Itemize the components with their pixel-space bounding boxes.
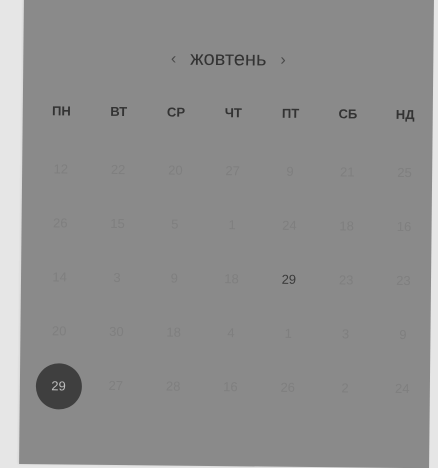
day-cell[interactable]: 27 (204, 149, 262, 194)
day-cell[interactable]: 25 (376, 151, 434, 196)
week-row: 26 15 5 1 24 18 16 (31, 196, 432, 254)
day-cell[interactable]: 3 (317, 312, 375, 357)
day-cell[interactable]: 5 (146, 202, 204, 247)
day-cell[interactable]: 9 (374, 313, 432, 358)
day-cell[interactable]: 4 (202, 311, 260, 356)
weekday-sat: СБ (338, 105, 358, 121)
day-cell-current-month[interactable]: 29 (260, 257, 318, 302)
day-cell[interactable]: 26 (259, 365, 317, 410)
selected-day-label: 29 (35, 363, 82, 410)
calendar-header: ‹ жовтень › (23, 46, 433, 73)
week-row: 14 3 9 18 29 23 23 (31, 250, 432, 308)
day-cell[interactable]: 9 (261, 149, 319, 194)
day-cell[interactable]: 1 (203, 203, 261, 248)
day-cell[interactable]: 20 (30, 309, 88, 354)
weekday-tue: ВТ (110, 103, 128, 119)
day-cell-selected[interactable]: 29 (30, 363, 88, 410)
calendar-panel: ‹ жовтень › ПН ВТ СР ЧТ ПТ СБ НД 12 22 2… (19, 0, 434, 468)
day-cell[interactable]: 23 (317, 258, 375, 303)
day-cell[interactable]: 15 (89, 202, 147, 247)
day-cell[interactable]: 24 (261, 203, 319, 248)
day-cell[interactable]: 16 (375, 205, 433, 250)
day-cell[interactable]: 18 (203, 257, 261, 302)
weekday-wed: СР (166, 104, 186, 120)
weekday-mon: ПН (51, 102, 71, 118)
day-cell[interactable]: 22 (89, 148, 147, 193)
weekday-sun: НД (395, 106, 415, 122)
day-cell[interactable]: 12 (32, 147, 90, 192)
day-cell[interactable]: 28 (144, 364, 202, 409)
weekday-thu: ЧТ (224, 104, 242, 120)
weekday-fri: ПТ (281, 105, 300, 121)
day-cell[interactable]: 24 (373, 367, 431, 412)
day-cell[interactable]: 30 (88, 310, 146, 355)
day-cell[interactable]: 3 (88, 256, 146, 301)
day-cell[interactable]: 23 (375, 259, 433, 304)
day-cell[interactable]: 2 (316, 366, 374, 411)
day-cell[interactable]: 21 (318, 150, 376, 195)
day-cell[interactable]: 20 (147, 148, 205, 193)
month-title: жовтень (190, 47, 267, 71)
week-row: 20 30 18 4 1 3 9 (30, 304, 431, 362)
day-cell[interactable]: 27 (87, 364, 145, 409)
day-cell[interactable]: 14 (31, 255, 89, 300)
weekday-header-row: ПН ВТ СР ЧТ ПТ СБ НД (33, 102, 433, 122)
day-cell[interactable]: 1 (259, 311, 317, 356)
day-cell[interactable]: 18 (145, 310, 203, 355)
week-row: 12 22 20 27 9 21 25 (32, 142, 433, 200)
day-cell[interactable]: 9 (145, 256, 203, 301)
calendar-grid: ПН ВТ СР ЧТ ПТ СБ НД 12 22 20 27 9 21 25… (30, 102, 433, 416)
day-cell[interactable]: 16 (202, 365, 260, 410)
day-cell[interactable]: 26 (31, 201, 89, 246)
prev-month-icon[interactable]: ‹ (171, 50, 177, 67)
week-row: 29 27 28 16 26 2 24 (30, 358, 431, 416)
next-month-icon[interactable]: › (280, 51, 286, 68)
day-cell[interactable]: 18 (318, 204, 376, 249)
